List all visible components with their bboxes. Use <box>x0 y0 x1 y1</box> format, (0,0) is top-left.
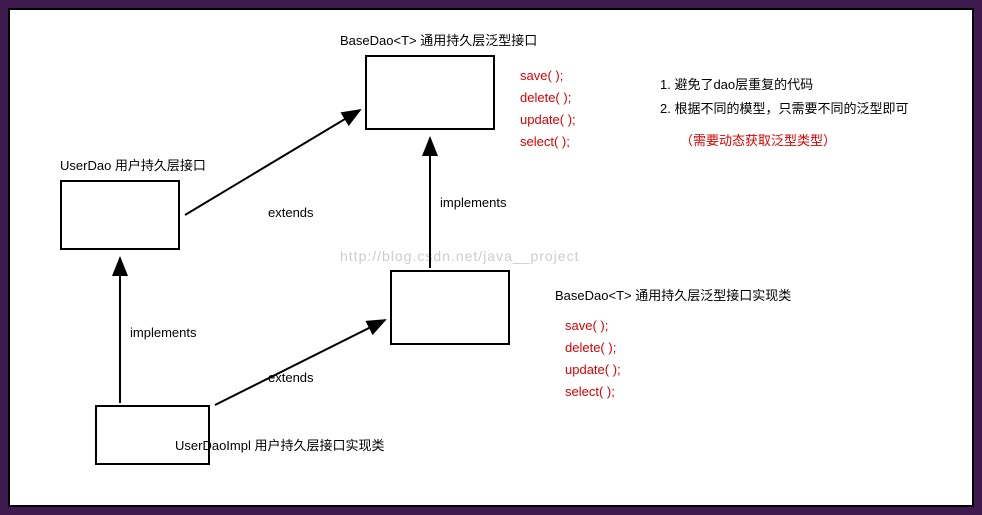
method-save: save( ); <box>520 65 576 87</box>
method-delete-2: delete( ); <box>565 337 621 359</box>
userdaoimpl-title: UserDaoImpl 用户持久层接口实现类 <box>175 435 384 454</box>
method-update: update( ); <box>520 109 576 131</box>
basedaoimpl-methods: save( ); delete( ); update( ); select( )… <box>565 315 621 403</box>
basedaoimpl-box <box>390 270 510 345</box>
userdao-title: UserDao 用户持久层接口 <box>60 155 206 174</box>
userdao-box <box>60 180 180 250</box>
diagram-frame: BaseDao<T> 通用持久层泛型接口 save( ); delete( );… <box>8 8 974 507</box>
watermark: http://blog.csdn.net/java__project <box>340 248 579 264</box>
basedaoimpl-title: BaseDao<T> 通用持久层泛型接口实现类 <box>555 285 791 304</box>
method-select: select( ); <box>520 131 576 153</box>
basedao-methods: save( ); delete( ); update( ); select( )… <box>520 65 576 153</box>
method-update-2: update( ); <box>565 359 621 381</box>
extends-label-2: extends <box>268 370 314 385</box>
note-1: 1. 避免了dao层重复的代码 <box>660 73 908 97</box>
method-delete: delete( ); <box>520 87 576 109</box>
method-save-2: save( ); <box>565 315 621 337</box>
arrow-userdaoimpl-basedaoimpl <box>215 320 385 405</box>
notes: 1. 避免了dao层重复的代码 2. 根据不同的模型，只需要不同的泛型即可 （需… <box>660 73 908 153</box>
extends-label-1: extends <box>268 205 314 220</box>
note-3: （需要动态获取泛型类型） <box>680 129 908 153</box>
method-select-2: select( ); <box>565 381 621 403</box>
note-2: 2. 根据不同的模型，只需要不同的泛型即可 <box>660 97 908 121</box>
basedao-title: BaseDao<T> 通用持久层泛型接口 <box>340 30 537 49</box>
implements-label-1: implements <box>440 195 506 210</box>
implements-label-2: implements <box>130 325 196 340</box>
arrow-userdao-basedao <box>185 110 360 215</box>
basedao-box <box>365 55 495 130</box>
